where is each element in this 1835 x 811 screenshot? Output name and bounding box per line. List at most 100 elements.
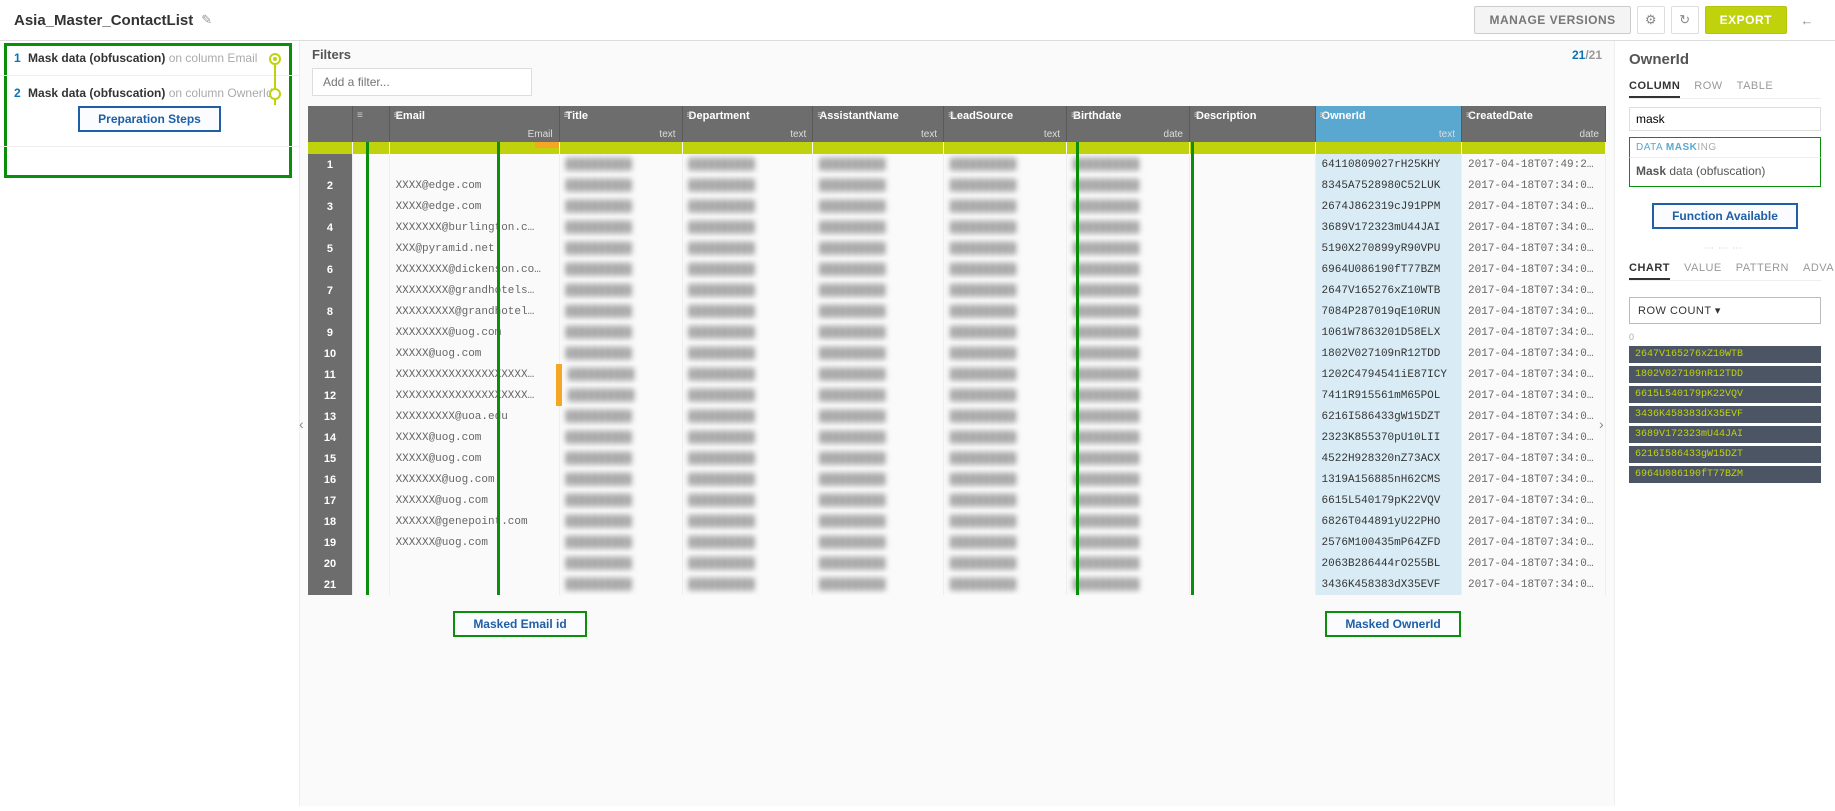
cell[interactable]: XXXXXX@uog.com <box>389 532 559 553</box>
tab-pattern[interactable]: PATTERN <box>1736 258 1789 280</box>
col-Title[interactable]: ≡Titletext <box>559 106 682 142</box>
cell[interactable] <box>1189 154 1315 175</box>
cell[interactable]: ██████████ <box>559 427 682 448</box>
cell[interactable] <box>352 175 389 196</box>
cell[interactable]: ██████████ <box>813 532 944 553</box>
cell[interactable]: ██████████ <box>559 196 682 217</box>
cell[interactable]: ██████████ <box>944 364 1067 385</box>
cell[interactable]: 1319A156885nH62CMS <box>1315 469 1461 490</box>
cell[interactable]: 2017-04-18T07:34:02. <box>1462 322 1606 343</box>
cell[interactable]: XXX@pyramid.net <box>389 238 559 259</box>
cell[interactable]: 2017-04-18T07:34:02. <box>1462 511 1606 532</box>
cell[interactable] <box>352 490 389 511</box>
cell[interactable]: ██████████ <box>559 469 682 490</box>
col-Description[interactable]: ≡Description <box>1189 106 1315 142</box>
cell[interactable]: 2063B286444rO255BL <box>1315 553 1461 574</box>
cell[interactable]: 64110809027rH25KHY <box>1315 154 1461 175</box>
cell[interactable]: ██████████ <box>682 217 813 238</box>
cell[interactable]: XXXXXX@uog.com <box>389 490 559 511</box>
cell[interactable] <box>1189 574 1315 595</box>
cell[interactable]: ██████████ <box>944 280 1067 301</box>
cell[interactable] <box>389 574 559 595</box>
cell[interactable]: 2017-04-18T07:34:02. <box>1462 280 1606 301</box>
cell[interactable]: ██████████ <box>944 427 1067 448</box>
cell[interactable] <box>1189 259 1315 280</box>
cell[interactable]: ██████████ <box>682 259 813 280</box>
cell[interactable]: 2017-04-18T07:34:02. <box>1462 448 1606 469</box>
cell[interactable] <box>1189 280 1315 301</box>
cell[interactable]: ██████████ <box>813 385 944 406</box>
cell[interactable] <box>352 280 389 301</box>
cell[interactable]: ██████████ <box>559 448 682 469</box>
cell[interactable]: ██████████ <box>1067 175 1190 196</box>
export-button[interactable]: EXPORT <box>1705 6 1787 34</box>
cell[interactable]: ██████████ <box>944 154 1067 175</box>
cell[interactable]: ██████████ <box>559 553 682 574</box>
column-menu-icon[interactable]: ≡ <box>564 110 570 121</box>
cell[interactable]: ██████████ <box>559 301 682 322</box>
cell[interactable] <box>1189 490 1315 511</box>
cell[interactable] <box>352 259 389 280</box>
cell[interactable]: 2017-04-18T07:49:29. <box>1462 154 1606 175</box>
cell[interactable]: ██████████ <box>813 553 944 574</box>
cell[interactable] <box>352 511 389 532</box>
cell[interactable]: 8345A7528980C52LUK <box>1315 175 1461 196</box>
table-row[interactable]: 6XXXXXXXX@dickenson.co…█████████████████… <box>308 259 1606 280</box>
cell[interactable]: ██████████ <box>813 175 944 196</box>
cell[interactable]: ██████████ <box>682 364 813 385</box>
refresh-icon[interactable]: ↻ <box>1671 6 1699 34</box>
cell[interactable] <box>1189 238 1315 259</box>
cell[interactable]: 3689V172323mU44JAI <box>1315 217 1461 238</box>
cell[interactable] <box>1189 511 1315 532</box>
cell[interactable]: ██████████ <box>944 574 1067 595</box>
cell[interactable] <box>352 217 389 238</box>
cell[interactable]: ██████████ <box>559 574 682 595</box>
gear-icon[interactable]: ⚙ <box>1637 6 1665 34</box>
table-row[interactable]: 21██████████████████████████████████████… <box>308 574 1606 595</box>
cell[interactable]: 1802V027109nR12TDD <box>1315 343 1461 364</box>
cell[interactable]: ██████████ <box>1067 490 1190 511</box>
cell[interactable]: ██████████ <box>813 217 944 238</box>
cell[interactable]: ██████████ <box>813 490 944 511</box>
add-filter-input[interactable] <box>312 68 532 96</box>
column-menu-icon[interactable]: ≡ <box>1071 110 1077 121</box>
cell[interactable]: ██████████ <box>944 196 1067 217</box>
cell[interactable]: 6826T044891yU22PHO <box>1315 511 1461 532</box>
cell[interactable]: ██████████ <box>682 154 813 175</box>
column-menu-icon[interactable]: ≡ <box>1320 110 1326 121</box>
cell[interactable]: 2017-04-18T07:34:02. <box>1462 385 1606 406</box>
cell[interactable]: 2017-04-18T07:34:02. <box>1462 196 1606 217</box>
cell[interactable]: ██████████ <box>1067 553 1190 574</box>
cell[interactable]: 6964U086190fT77BZM <box>1315 259 1461 280</box>
cell[interactable]: ██████████ <box>1067 532 1190 553</box>
table-row[interactable]: 20██████████████████████████████████████… <box>308 553 1606 574</box>
cell[interactable]: ██████████ <box>682 301 813 322</box>
cell[interactable] <box>1189 217 1315 238</box>
cell[interactable] <box>1189 448 1315 469</box>
cell[interactable]: ██████████ <box>559 385 682 406</box>
cell[interactable]: ██████████ <box>1067 364 1190 385</box>
cell[interactable]: ██████████ <box>682 343 813 364</box>
column-menu-icon[interactable]: ≡ <box>817 110 823 121</box>
histogram-bar[interactable]: 6615L540179pK22VQV <box>1629 386 1821 403</box>
cell[interactable]: ██████████ <box>559 343 682 364</box>
cell[interactable]: XXXXXXXX@dickenson.co… <box>389 259 559 280</box>
cell[interactable]: ██████████ <box>559 280 682 301</box>
cell[interactable] <box>352 532 389 553</box>
cell[interactable]: 2017-04-18T07:34:02. <box>1462 532 1606 553</box>
cell[interactable]: 2017-04-18T07:34:02. <box>1462 490 1606 511</box>
cell[interactable] <box>352 154 389 175</box>
cell[interactable]: XXXXXXXXXXXXXXXXXXXX… <box>389 385 559 406</box>
tab-table[interactable]: TABLE <box>1737 76 1774 98</box>
cell[interactable]: 2017-04-18T07:34:02. <box>1462 259 1606 280</box>
cell[interactable]: ██████████ <box>813 574 944 595</box>
cell[interactable]: ██████████ <box>682 238 813 259</box>
table-row[interactable]: 5XXX@pyramid.net████████████████████████… <box>308 238 1606 259</box>
col-LeadSource[interactable]: ≡LeadSourcetext <box>944 106 1067 142</box>
cell[interactable]: ██████████ <box>682 511 813 532</box>
cell[interactable]: 2017-04-18T07:34:02. <box>1462 469 1606 490</box>
cell[interactable]: XXXXX@uog.com <box>389 427 559 448</box>
table-row[interactable]: 16XXXXXXX@uog.com███████████████████████… <box>308 469 1606 490</box>
cell[interactable] <box>352 553 389 574</box>
cell[interactable]: 2017-04-18T07:34:02. <box>1462 427 1606 448</box>
